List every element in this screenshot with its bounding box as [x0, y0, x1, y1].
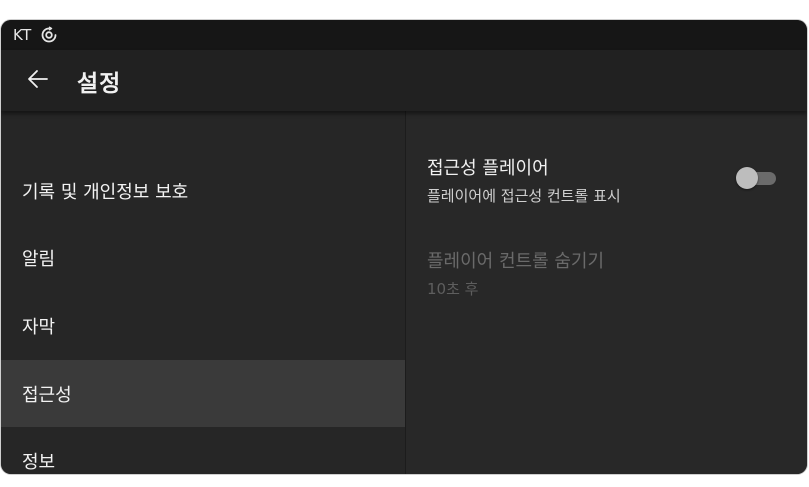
menu-item-accessibility[interactable]: 접근성	[1, 360, 405, 427]
menu-item-notifications[interactable]: 알림	[1, 224, 405, 291]
setting-title: 플레이어 컨트롤 숨기기	[427, 251, 605, 272]
hide-player-controls-setting[interactable]: 플레이어 컨트롤 숨기기 10초 후	[427, 247, 604, 299]
menu-item-label: 접근성	[22, 384, 72, 406]
accessibility-player-setting[interactable]: 접근성 플레이어 플레이어에 접근성 컨트롤 표시	[427, 154, 621, 206]
menu-item-label: 정보	[22, 451, 56, 473]
toggle-thumb	[736, 167, 758, 189]
arrow-left-icon	[26, 67, 50, 95]
setting-subtitle: 플레이어에 접근성 컨트롤 표시	[427, 187, 621, 205]
menu-item-label: 기록 및 개인정보 보호	[22, 181, 189, 203]
menu-item-captions[interactable]: 자막	[1, 292, 405, 359]
page-title: 설정	[77, 70, 122, 97]
accessibility-player-toggle[interactable]	[736, 165, 778, 189]
back-button[interactable]	[18, 61, 58, 101]
device-screen: KT 설정 · · · · 기록 및 개인정보 보호 알림 자	[1, 20, 807, 474]
menu-item-history-privacy[interactable]: 기록 및 개인정보 보호	[1, 157, 405, 224]
app-bar: 설정	[1, 50, 807, 111]
circular-sync-icon	[40, 26, 58, 44]
menu-item-clipped: · · · ·	[1, 111, 405, 116]
settings-detail: 접근성 플레이어 플레이어에 접근성 컨트롤 표시 플레이어 컨트롤 숨기기 1…	[406, 111, 807, 474]
menu-item-label: 알림	[22, 248, 56, 270]
setting-subtitle: 10초 후	[427, 280, 479, 298]
setting-title: 접근성 플레이어	[427, 158, 549, 179]
menu-item-label: 자막	[22, 316, 56, 338]
menu-item-about[interactable]: 정보	[1, 427, 405, 474]
status-bar: KT	[1, 20, 807, 50]
carrier-label: KT	[13, 26, 32, 44]
settings-menu: · · · · 기록 및 개인정보 보호 알림 자막 접근성 정보	[1, 111, 405, 474]
